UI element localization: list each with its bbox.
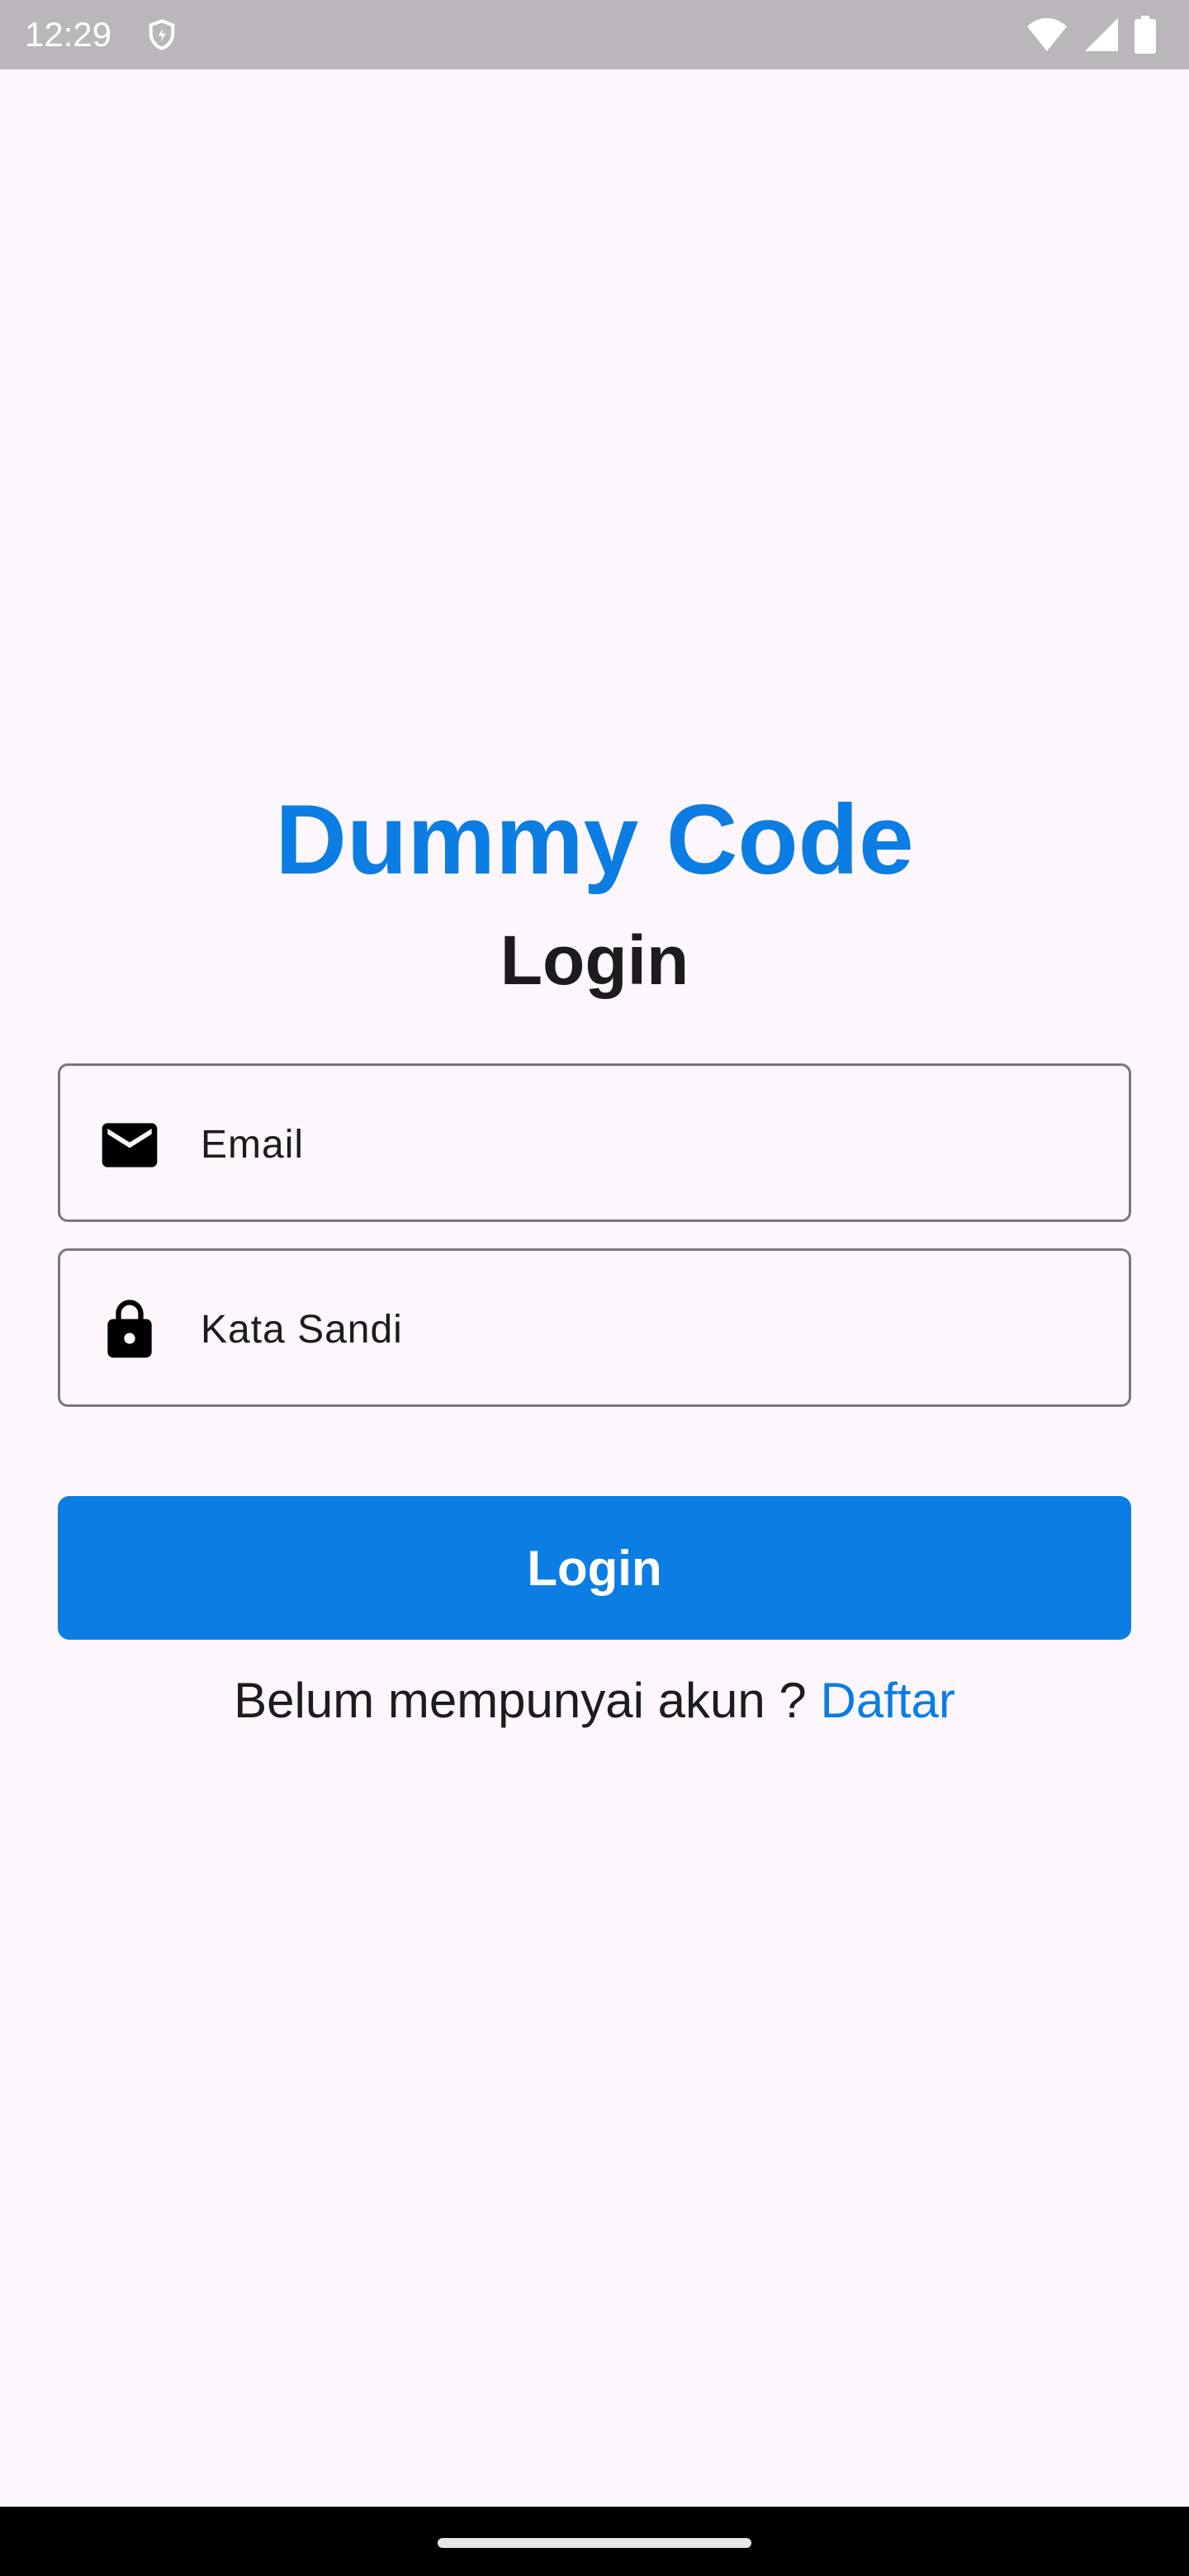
email-field[interactable] [58,1063,1131,1222]
status-icons [1026,15,1156,54]
register-prompt-text: Belum mempunyai akun ? [234,1673,821,1728]
password-field[interactable] [58,1248,1131,1407]
email-input[interactable] [201,1099,1101,1190]
battery-icon [1135,16,1156,54]
navigation-bar [0,2507,1189,2576]
password-input[interactable] [201,1284,1101,1375]
mail-icon [102,1123,158,1167]
register-link[interactable]: Daftar [820,1673,955,1728]
shield-icon [149,19,175,50]
home-indicator[interactable] [438,2538,751,2548]
login-button[interactable]: Login [58,1496,1131,1640]
status-bar: 12:29 [0,0,1189,69]
status-time: 12:29 [25,15,112,54]
app-title: Dummy Code [275,784,914,895]
wifi-icon [1027,18,1067,51]
cellular-signal-icon [1085,18,1118,51]
register-prompt: Belum mempunyai akun ? Daftar [0,1666,1189,1735]
lock-icon [107,1300,152,1358]
page-title: Login [500,921,689,999]
